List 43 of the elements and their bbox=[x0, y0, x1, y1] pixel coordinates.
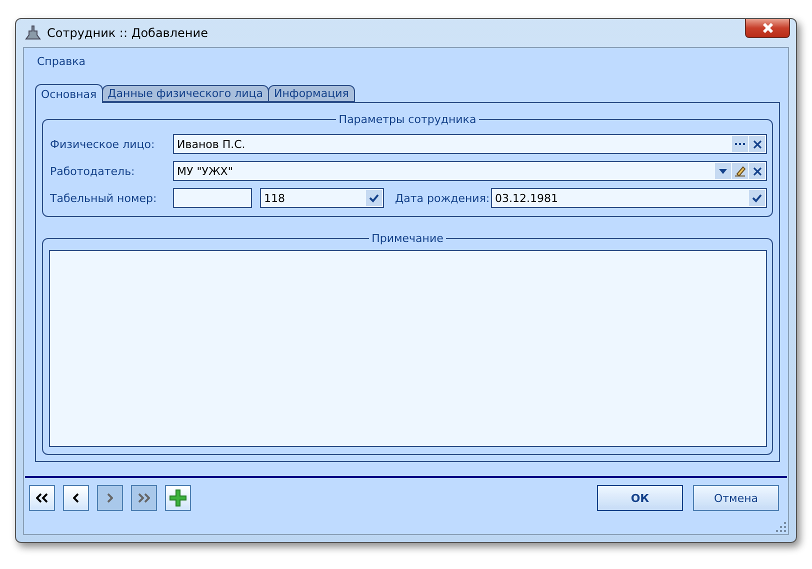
employer-field[interactable]: МУ "УЖХ" bbox=[173, 161, 767, 181]
pencil-icon bbox=[734, 165, 746, 177]
tab-number-field[interactable] bbox=[173, 188, 252, 208]
group-title: Примечание bbox=[368, 232, 446, 245]
group-title: Параметры сотрудника bbox=[336, 113, 480, 126]
check-button[interactable] bbox=[366, 190, 382, 206]
resize-grip-icon bbox=[776, 522, 786, 532]
caret-down-icon bbox=[719, 168, 727, 174]
edit-button[interactable] bbox=[732, 163, 748, 179]
check-icon bbox=[752, 194, 762, 202]
plus-icon bbox=[169, 489, 187, 507]
dialog-button[interactable]: Отмена bbox=[693, 485, 779, 511]
birth-date-field[interactable]: 03.12.1981 bbox=[491, 188, 767, 208]
menu-item[interactable]: Справка bbox=[37, 54, 86, 68]
clear-button[interactable] bbox=[749, 163, 765, 179]
clear-button[interactable] bbox=[749, 136, 765, 152]
close-icon bbox=[752, 166, 762, 176]
dropdown-button[interactable] bbox=[715, 163, 731, 179]
app-icon bbox=[25, 25, 41, 41]
nav-button[interactable] bbox=[63, 485, 89, 511]
tab[interactable]: Основная bbox=[35, 84, 103, 103]
nav-button[interactable] bbox=[29, 485, 55, 511]
check-icon bbox=[369, 194, 379, 202]
field-label: Табельный номер: bbox=[50, 192, 158, 204]
ellipsis-icon bbox=[735, 142, 745, 146]
field-label: Дата рождения: bbox=[395, 192, 491, 204]
double-chevron-right-icon bbox=[138, 493, 150, 503]
window-title: Сотрудник :: Добавление bbox=[47, 26, 208, 40]
close-icon bbox=[762, 23, 774, 33]
check-button[interactable] bbox=[749, 190, 765, 206]
chevron-right-icon bbox=[107, 493, 113, 503]
close-button[interactable] bbox=[745, 19, 790, 38]
double-chevron-left-icon bbox=[36, 493, 48, 503]
person-field[interactable]: Иванов П.С. bbox=[173, 134, 767, 154]
chevron-left-icon bbox=[73, 493, 79, 503]
close-icon bbox=[752, 140, 762, 148]
tab[interactable]: Информация bbox=[268, 85, 355, 102]
field-label: Физическое лицо: bbox=[50, 138, 156, 150]
tab[interactable]: Данные физического лица bbox=[102, 85, 269, 102]
dialog-button[interactable]: ОК bbox=[597, 485, 683, 511]
ellipsis-button[interactable] bbox=[732, 136, 748, 152]
field-label: Работодатель: bbox=[50, 164, 136, 178]
number-combo[interactable]: 118 bbox=[260, 188, 384, 208]
